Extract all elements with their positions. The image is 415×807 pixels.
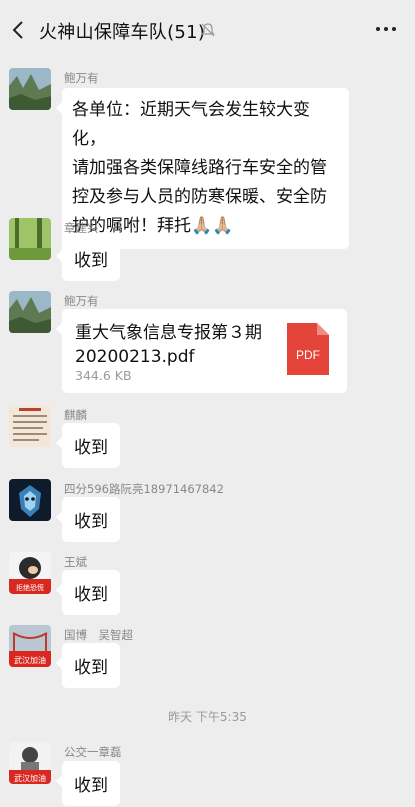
avatar[interactable]: [9, 405, 51, 447]
message-line: 各单位：近期天气会发生较大变化，: [72, 100, 310, 149]
chat-header: 火神山保障车队(51): [0, 0, 415, 58]
chat-title: 火神山保障车队(51): [39, 22, 206, 43]
message-text: 收到: [74, 251, 108, 271]
message-text: 收到: [74, 776, 108, 796]
sender-name: 麒麟: [64, 408, 87, 422]
sender-name: 章建兴: [64, 221, 99, 235]
sender-name: 王斌: [64, 555, 87, 569]
message-bubble[interactable]: 收到: [56, 497, 120, 542]
pdf-icon-label: PDF: [296, 348, 320, 362]
avatar[interactable]: [9, 479, 51, 521]
message-bubble[interactable]: 收到: [56, 761, 120, 806]
file-name: 重大气象信息专报第３期 20200213.pdf: [75, 321, 275, 369]
sender-name: 公交一章磊: [64, 745, 122, 759]
message-bubble[interactable]: 收到: [56, 570, 120, 615]
file-name-line: 20200213.pdf: [75, 347, 195, 367]
avatar[interactable]: [9, 291, 51, 333]
message-line: 控及参与人员的防寒保暖、安全防: [72, 187, 327, 207]
message-text: 收到: [74, 658, 108, 678]
avatar[interactable]: [9, 218, 51, 260]
sender-name: 四分596路阮亮18971467842: [64, 482, 224, 496]
sender-name: 鲍万有: [64, 71, 99, 85]
message-bubble[interactable]: 各单位：近期天气会发生较大变化， 请加强各类保障线路行车安全的管 控及参与人员的…: [56, 88, 349, 249]
pdf-file-icon: PDF: [287, 323, 329, 375]
more-options-icon[interactable]: [375, 25, 397, 33]
avatar-text: 拒绝恐慌: [16, 583, 44, 592]
file-message-bubble[interactable]: 重大气象信息专报第３期 20200213.pdf 344.6 KB PDF: [56, 309, 347, 393]
message-bubble[interactable]: 收到: [56, 423, 120, 468]
file-size: 344.6 KB: [75, 368, 132, 383]
avatar[interactable]: 武汉加油: [9, 625, 51, 667]
message-text: 收到: [74, 438, 108, 458]
avatar-text: 武汉加油: [14, 655, 46, 665]
avatar-text: 武汉加油: [14, 773, 46, 783]
avatar[interactable]: 武汉加油: [9, 742, 51, 784]
back-icon[interactable]: [10, 20, 26, 40]
message-bubble[interactable]: 收到: [56, 236, 120, 281]
sender-name: 国博 吴智超: [64, 628, 133, 642]
message-text: 收到: [74, 512, 108, 532]
file-name-line: 重大气象信息专报第３期: [75, 323, 262, 343]
mute-bell-icon: [201, 23, 215, 37]
avatar[interactable]: 拒绝恐慌: [9, 552, 51, 594]
message-line: 请加强各类保障线路行车安全的管: [72, 158, 327, 178]
sender-name: 鲍万有: [64, 294, 99, 308]
message-text: 收到: [74, 585, 108, 605]
message-bubble[interactable]: 收到: [56, 643, 120, 688]
message-timestamp: 昨天 下午5:35: [168, 710, 247, 724]
avatar[interactable]: [9, 68, 51, 110]
